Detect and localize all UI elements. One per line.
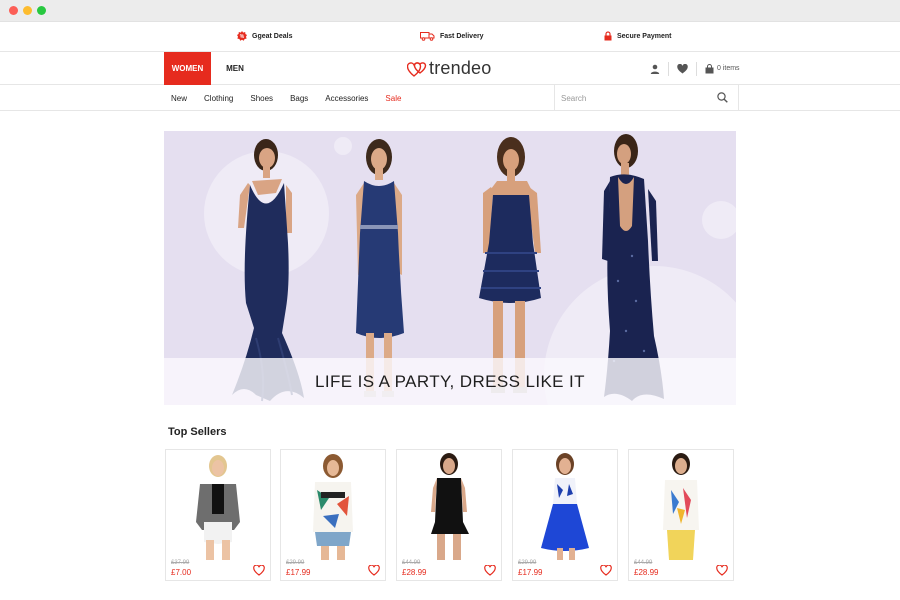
wishlist-button[interactable] <box>677 63 688 74</box>
decorative-circle <box>702 201 736 239</box>
browser-window: % Ggeat Deals Fast Delivery Secure Payme… <box>0 0 900 600</box>
original-price: £37.99 <box>171 560 190 566</box>
account-button[interactable] <box>650 64 660 74</box>
lock-icon <box>604 31 612 41</box>
men-tab[interactable]: MEN <box>218 52 252 85</box>
close-window-button[interactable] <box>9 6 18 15</box>
maximize-window-button[interactable] <box>37 6 46 15</box>
product-image <box>196 455 240 560</box>
top-sellers-heading: Top Sellers <box>168 426 227 438</box>
sale-price: £17.99 <box>518 568 543 577</box>
header-actions: 0 items <box>650 52 740 85</box>
search-box <box>554 85 739 111</box>
wishlist-heart-icon[interactable] <box>368 565 380 576</box>
promo-great-deals[interactable]: % Ggeat Deals <box>237 31 292 41</box>
nav-item-shoes[interactable]: Shoes <box>250 94 273 103</box>
wishlist-heart-icon[interactable] <box>484 565 496 576</box>
sale-price: £17.99 <box>286 568 311 577</box>
nav-item-bags[interactable]: Bags <box>290 94 308 103</box>
divider <box>668 61 669 76</box>
wishlist-heart-icon[interactable] <box>600 565 612 576</box>
original-price: £29.99 <box>518 560 537 566</box>
promo-label: Secure Payment <box>617 32 672 40</box>
promo-bar: % Ggeat Deals Fast Delivery Secure Payme… <box>0 22 900 52</box>
window-titlebar <box>0 0 900 22</box>
product-image <box>313 454 353 560</box>
promo-label: Fast Delivery <box>440 32 484 40</box>
wishlist-heart-icon[interactable] <box>253 565 265 576</box>
site-logo[interactable]: trendeo <box>407 58 491 79</box>
hero-banner[interactable]: LIFE IS A PARTY, DRESS LIKE IT <box>164 131 736 405</box>
sale-price: £28.99 <box>402 568 427 577</box>
sale-price: £28.99 <box>634 568 659 577</box>
promo-fast-delivery[interactable]: Fast Delivery <box>420 31 484 41</box>
wishlist-heart-icon[interactable] <box>716 565 728 576</box>
category-nav: New Clothing Shoes Bags Accessories Sale <box>0 85 900 111</box>
product-image <box>541 453 589 560</box>
women-tab[interactable]: WOMEN <box>164 52 211 85</box>
logo-text: trendeo <box>429 58 492 78</box>
promo-label: Ggeat Deals <box>252 32 293 40</box>
search-input[interactable] <box>555 85 705 111</box>
nav-item-clothing[interactable]: Clothing <box>204 94 233 103</box>
product-card[interactable]: £44.99 £28.99 <box>396 449 502 581</box>
product-image <box>431 453 469 560</box>
promo-secure-payment[interactable]: Secure Payment <box>604 31 671 41</box>
nav-item-sale[interactable]: Sale <box>385 94 401 103</box>
deal-badge-icon: % <box>237 31 247 41</box>
sale-price: £7.00 <box>171 568 192 577</box>
logo-hearts-icon <box>407 61 427 77</box>
cart-count: 0 items <box>717 65 740 72</box>
user-icon <box>650 64 660 74</box>
product-card[interactable]: £29.99 £17.99 <box>280 449 386 581</box>
nav-item-new[interactable]: New <box>171 94 187 103</box>
product-card[interactable]: £37.99 £7.00 <box>165 449 271 581</box>
cart-button[interactable]: 0 items <box>705 63 740 74</box>
product-card[interactable]: £29.99 £17.99 <box>512 449 618 581</box>
original-price: £44.99 <box>402 560 421 566</box>
nav-item-accessories[interactable]: Accessories <box>325 94 368 103</box>
product-image <box>663 453 699 560</box>
site-header: WOMEN MEN trendeo 0 items <box>0 52 900 85</box>
divider <box>696 61 697 76</box>
product-card[interactable]: £44.99 £28.99 <box>628 449 734 581</box>
truck-icon <box>420 32 435 41</box>
original-price: £44.99 <box>634 560 653 566</box>
heart-icon <box>677 63 688 73</box>
minimize-window-button[interactable] <box>23 6 32 15</box>
shopping-bag-icon <box>705 63 714 73</box>
original-price: £29.99 <box>286 560 305 566</box>
search-icon[interactable] <box>717 92 728 103</box>
svg-text:%: % <box>240 34 245 40</box>
hero-tagline: LIFE IS A PARTY, DRESS LIKE IT <box>315 372 585 391</box>
